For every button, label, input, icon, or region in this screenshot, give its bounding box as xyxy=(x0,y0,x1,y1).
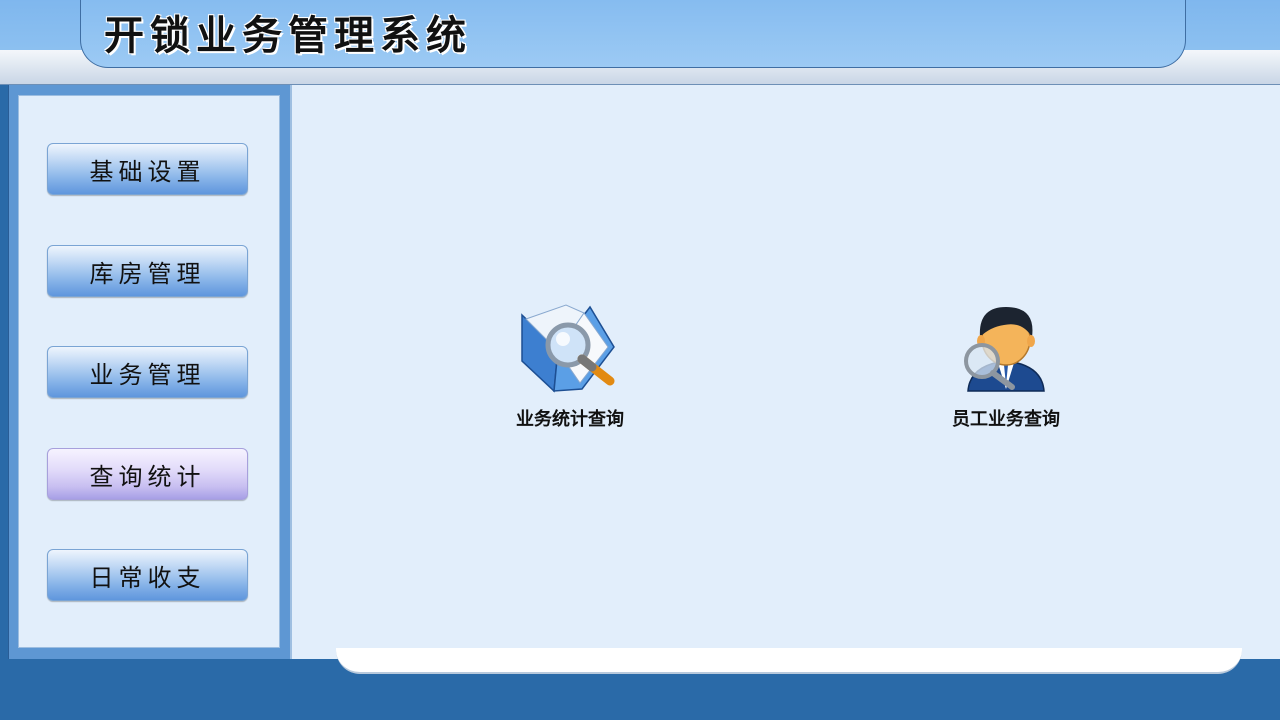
menu-button-label: 查询统计 xyxy=(89,462,206,491)
menu-button-label: 基础设置 xyxy=(89,157,206,186)
employee-business-query-label: 员工业务查询 xyxy=(952,409,1060,430)
business-stats-query-label: 业务统计查询 xyxy=(516,409,624,430)
employee-business-query-item[interactable]: 员工业务查询 xyxy=(916,303,1096,443)
menu-button-label: 库房管理 xyxy=(89,259,206,288)
footer-curve xyxy=(336,648,1242,674)
menu-daily-finance-button[interactable]: 日常收支 xyxy=(47,549,248,601)
business-stats-query-item[interactable]: 业务统计查询 xyxy=(480,303,660,443)
menu-business-button[interactable]: 业务管理 xyxy=(47,346,248,398)
menu-button-label: 业务管理 xyxy=(89,360,206,389)
menu-basic-settings-button[interactable]: 基础设置 xyxy=(47,143,248,195)
menu-query-stats-button[interactable]: 查询统计 xyxy=(47,448,248,500)
menu-button-label: 日常收支 xyxy=(89,563,206,592)
menu-warehouse-button[interactable]: 库房管理 xyxy=(47,245,248,297)
employee-search-icon xyxy=(964,307,1045,392)
book-magnifier-icon xyxy=(521,304,615,393)
app-title: 开锁业务管理系统 xyxy=(104,13,472,59)
main-panel xyxy=(290,85,1280,659)
